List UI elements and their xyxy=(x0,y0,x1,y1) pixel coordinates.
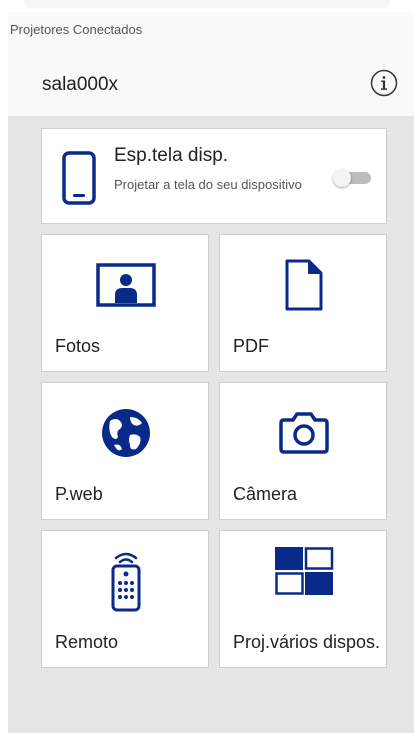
connected-projectors-label: Projetores Conectados xyxy=(10,22,143,37)
tile-camera[interactable]: Câmera xyxy=(219,382,387,520)
info-icon xyxy=(370,69,398,97)
tile-multi-device[interactable]: Proj.vários dispos. xyxy=(219,530,387,668)
tile-label: P.web xyxy=(55,484,103,504)
app-screen: Projetores Conectados sala000x Esp.tela … xyxy=(0,0,414,733)
tile-label: PDF xyxy=(233,336,269,356)
tile-photos[interactable]: Fotos xyxy=(41,234,209,372)
tile-label: Câmera xyxy=(233,484,298,504)
toggle-thumb xyxy=(333,169,351,187)
document-icon xyxy=(220,257,388,313)
top-shadow-strip xyxy=(24,0,390,8)
screen-mirroring-description: Projetar a tela do seu dispositivo xyxy=(114,177,302,192)
photo-icon xyxy=(42,257,210,313)
projector-name[interactable]: sala000x xyxy=(42,74,118,96)
tile-label: Fotos xyxy=(55,336,101,356)
tile-label: Proj.vários dispos. xyxy=(233,632,381,652)
tile-label: Remoto xyxy=(55,632,119,652)
camera-icon xyxy=(220,405,388,461)
info-button[interactable] xyxy=(370,69,398,97)
remote-control-icon xyxy=(42,552,210,612)
smartphone-icon xyxy=(62,151,96,210)
tile-web-page[interactable]: P.web xyxy=(41,382,209,520)
header: Projetores Conectados sala000x xyxy=(8,12,414,116)
main-content: Esp.tela disp. Projetar a tela do seu di… xyxy=(8,116,414,733)
multi-screen-icon xyxy=(220,543,388,599)
screen-mirroring-card[interactable]: Esp.tela disp. Projetar a tela do seu di… xyxy=(41,128,387,224)
screen-mirroring-toggle[interactable] xyxy=(333,169,373,187)
tile-pdf[interactable]: PDF xyxy=(219,234,387,372)
tile-remote[interactable]: Remoto xyxy=(41,530,209,668)
globe-icon xyxy=(42,405,210,461)
screen-mirroring-title: Esp.tela disp. xyxy=(114,145,229,166)
